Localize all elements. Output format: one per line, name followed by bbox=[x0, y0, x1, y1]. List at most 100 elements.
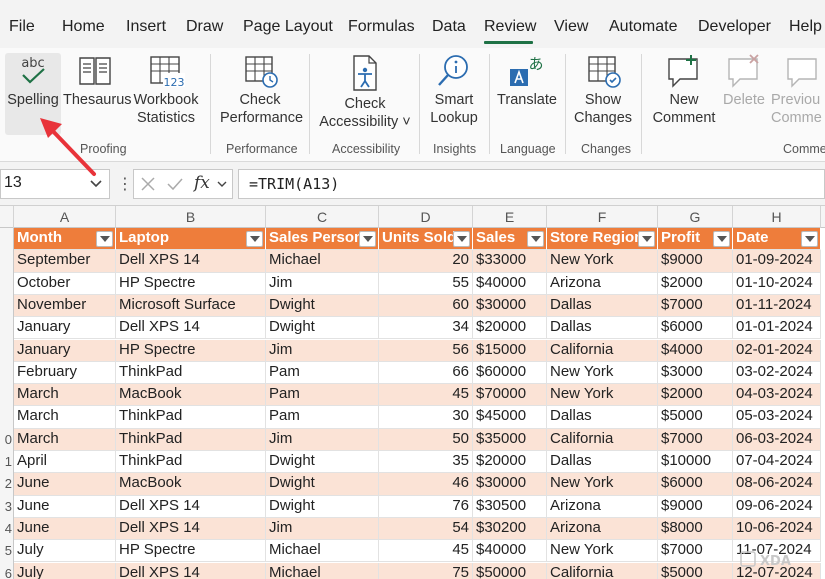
table-cell[interactable]: Dwight bbox=[266, 473, 379, 496]
table-cell[interactable]: Dallas bbox=[547, 317, 658, 340]
tab-insert[interactable]: Insert bbox=[126, 18, 166, 36]
table-cell[interactable]: $4000 bbox=[658, 339, 733, 362]
check-accessibility-button[interactable]: Check Accessibility ˅ bbox=[318, 53, 412, 131]
table-cell[interactable]: 01-10-2024 bbox=[733, 272, 821, 295]
enter-icon[interactable] bbox=[166, 176, 184, 192]
column-header-g[interactable]: G bbox=[658, 206, 733, 228]
table-cell[interactable]: July bbox=[14, 562, 116, 579]
tab-formulas[interactable]: Formulas bbox=[348, 18, 415, 36]
filter-dropdown-button[interactable] bbox=[801, 231, 818, 247]
table-cell[interactable]: June bbox=[14, 495, 116, 518]
table-cell[interactable]: $10000 bbox=[658, 451, 733, 474]
tab-developer[interactable]: Developer bbox=[698, 18, 771, 36]
table-cell[interactable]: $8000 bbox=[658, 517, 733, 541]
table-cell[interactable]: January bbox=[14, 317, 116, 340]
tab-help[interactable]: Help bbox=[789, 18, 822, 36]
table-cell[interactable]: Dell XPS 14 bbox=[116, 317, 266, 340]
table-cell[interactable]: Arizona bbox=[547, 495, 658, 518]
table-cell[interactable]: Pam bbox=[266, 361, 379, 385]
table-cell[interactable]: $15000 bbox=[473, 339, 547, 362]
table-cell[interactable]: $70000 bbox=[473, 384, 547, 407]
table-cell[interactable]: ThinkPad bbox=[116, 361, 266, 385]
thesaurus-button[interactable]: Thesaurus bbox=[63, 53, 132, 109]
table-cell[interactable]: 66 bbox=[379, 361, 473, 385]
table-cell[interactable]: $20000 bbox=[473, 317, 547, 340]
table-cell[interactable]: Pam bbox=[266, 406, 379, 429]
table-cell[interactable]: Dell XPS 14 bbox=[116, 562, 266, 579]
table-cell[interactable]: Dwight bbox=[266, 495, 379, 518]
table-cell[interactable]: $7000 bbox=[658, 540, 733, 563]
table-cell[interactable]: Jim bbox=[266, 339, 379, 362]
table-cell[interactable]: Dell XPS 14 bbox=[116, 250, 266, 273]
table-cell[interactable]: 50 bbox=[379, 428, 473, 451]
table-cell[interactable]: $5000 bbox=[658, 406, 733, 429]
table-cell[interactable]: $7000 bbox=[658, 428, 733, 451]
column-header-f[interactable]: F bbox=[547, 206, 658, 228]
table-cell[interactable]: 54 bbox=[379, 517, 473, 541]
table-cell[interactable]: March bbox=[14, 428, 116, 451]
column-header-a[interactable]: A bbox=[14, 206, 116, 228]
table-cell[interactable]: $2000 bbox=[658, 272, 733, 295]
table-header-cell[interactable]: Store Region bbox=[547, 228, 658, 251]
table-cell[interactable]: $5000 bbox=[658, 562, 733, 579]
table-cell[interactable]: Dallas bbox=[547, 451, 658, 474]
more-options-icon[interactable]: ⋮ bbox=[117, 174, 133, 194]
table-cell[interactable]: Dallas bbox=[547, 406, 658, 429]
table-cell[interactable]: Dwight bbox=[266, 451, 379, 474]
table-cell[interactable]: February bbox=[14, 361, 116, 385]
table-cell[interactable]: $6000 bbox=[658, 317, 733, 340]
table-cell[interactable]: ThinkPad bbox=[116, 406, 266, 429]
table-cell[interactable]: January bbox=[14, 339, 116, 362]
table-cell[interactable]: $45000 bbox=[473, 406, 547, 429]
table-cell[interactable]: HP Spectre bbox=[116, 272, 266, 295]
table-cell[interactable]: June bbox=[14, 517, 116, 541]
table-cell[interactable]: 09-06-2024 bbox=[733, 495, 821, 518]
table-cell[interactable]: September bbox=[14, 250, 116, 273]
table-cell[interactable]: $2000 bbox=[658, 384, 733, 407]
table-header-cell[interactable]: Units Sold bbox=[379, 228, 473, 251]
table-cell[interactable]: 01-11-2024 bbox=[733, 294, 821, 318]
table-cell[interactable]: Dwight bbox=[266, 317, 379, 340]
table-cell[interactable]: 20 bbox=[379, 250, 473, 273]
table-cell[interactable]: $3000 bbox=[658, 361, 733, 385]
table-cell[interactable]: ThinkPad bbox=[116, 428, 266, 451]
table-cell[interactable]: Arizona bbox=[547, 272, 658, 295]
table-cell[interactable]: 05-03-2024 bbox=[733, 406, 821, 429]
filter-dropdown-button[interactable] bbox=[246, 231, 263, 247]
table-cell[interactable]: New York bbox=[547, 250, 658, 273]
row-number[interactable]: 1 bbox=[5, 454, 12, 469]
table-cell[interactable]: New York bbox=[547, 473, 658, 496]
table-cell[interactable]: New York bbox=[547, 540, 658, 563]
table-cell[interactable]: 55 bbox=[379, 272, 473, 295]
tab-review[interactable]: Review bbox=[484, 18, 536, 36]
table-cell[interactable]: 30 bbox=[379, 406, 473, 429]
table-cell[interactable]: Michael bbox=[266, 250, 379, 273]
table-cell[interactable]: HP Spectre bbox=[116, 339, 266, 362]
table-cell[interactable]: $30200 bbox=[473, 517, 547, 541]
table-header-cell[interactable]: Profit bbox=[658, 228, 733, 251]
show-changes-button[interactable]: Show Changes bbox=[572, 53, 634, 127]
table-cell[interactable]: Michael bbox=[266, 562, 379, 579]
table-cell[interactable]: $9000 bbox=[658, 495, 733, 518]
translate-button[interactable]: あ Translate bbox=[495, 53, 559, 109]
table-cell[interactable]: Dwight bbox=[266, 294, 379, 318]
table-cell[interactable]: April bbox=[14, 451, 116, 474]
table-cell[interactable]: $30500 bbox=[473, 495, 547, 518]
filter-dropdown-button[interactable] bbox=[96, 231, 113, 247]
table-cell[interactable]: HP Spectre bbox=[116, 540, 266, 563]
name-box[interactable]: 13 bbox=[0, 169, 110, 199]
table-cell[interactable]: $9000 bbox=[658, 250, 733, 273]
table-cell[interactable]: 06-03-2024 bbox=[733, 428, 821, 451]
row-number[interactable]: 2 bbox=[5, 476, 12, 491]
tab-page-layout[interactable]: Page Layout bbox=[243, 18, 333, 36]
column-header-e[interactable]: E bbox=[473, 206, 547, 228]
column-header-h[interactable]: H bbox=[733, 206, 821, 228]
table-cell[interactable]: California bbox=[547, 428, 658, 451]
previous-comment-button[interactable]: Previou Comme bbox=[771, 53, 825, 127]
table-cell[interactable]: $30000 bbox=[473, 473, 547, 496]
table-header-cell[interactable]: Laptop bbox=[116, 228, 266, 251]
column-header-b[interactable]: B bbox=[116, 206, 266, 228]
table-cell[interactable]: Dell XPS 14 bbox=[116, 495, 266, 518]
tab-automate[interactable]: Automate bbox=[609, 18, 677, 36]
table-cell[interactable]: New York bbox=[547, 384, 658, 407]
